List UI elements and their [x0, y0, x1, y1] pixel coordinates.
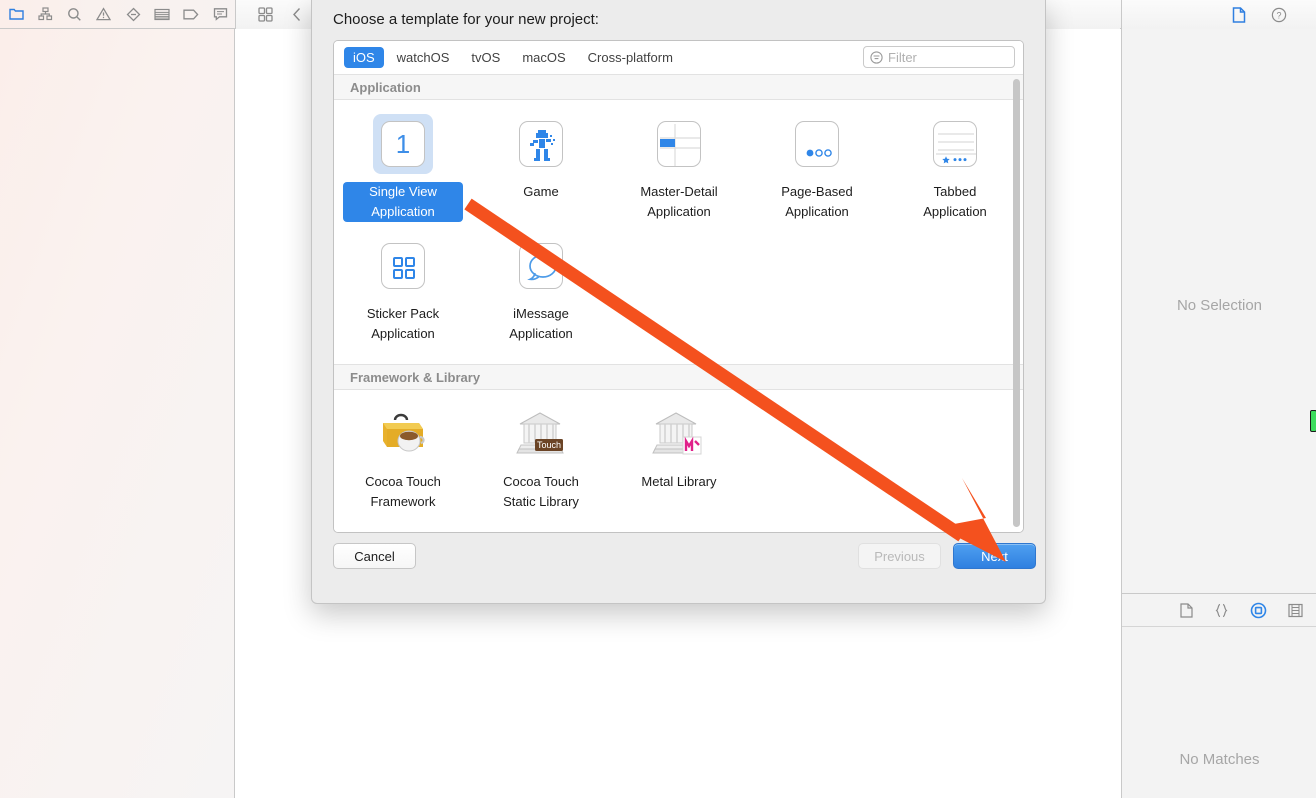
comment-icon[interactable]: [206, 1, 235, 28]
no-matches-label: No Matches: [1179, 751, 1260, 768]
template-label: Sticker Pack Application: [366, 306, 440, 341]
quick-help-icon[interactable]: ?: [1264, 1, 1294, 28]
xcode-window: ? No Selection No Matches Choose a templ…: [0, 0, 1316, 798]
sticker-pack-icon: [373, 236, 433, 296]
navigator-toolbar: [0, 0, 235, 29]
template-label: iMessage Application: [509, 306, 573, 341]
folder-icon[interactable]: [2, 1, 31, 28]
green-indicator: [1310, 410, 1316, 432]
svg-text:?: ?: [1276, 10, 1281, 20]
template-list[interactable]: Application 1 Single View Application Ga…: [334, 74, 1023, 532]
file-inspector-icon[interactable]: [1224, 1, 1254, 28]
previous-button: Previous: [858, 543, 941, 569]
page-based-icon: [787, 114, 847, 174]
template-label: Master-Detail Application: [640, 184, 718, 219]
template-grid-framework: Cocoa Touch Framework Touch Cocoa Touch …: [334, 390, 1023, 532]
template-page-based-application[interactable]: Page-Based Application: [748, 114, 886, 222]
template-cocoa-touch-static-library[interactable]: Touch Cocoa Touch Static Library: [472, 404, 610, 512]
search-icon[interactable]: [60, 1, 89, 28]
next-button[interactable]: Next: [953, 543, 1036, 569]
template-game[interactable]: Game: [472, 114, 610, 222]
tab-macos[interactable]: macOS: [513, 47, 574, 68]
file-inspector-pane: No Selection: [1122, 29, 1316, 594]
warning-triangle-icon[interactable]: [89, 1, 118, 28]
template-label: Metal Library: [641, 474, 717, 489]
template-label: Page-Based Application: [781, 184, 853, 219]
inspector-toolbar: ?: [1121, 0, 1316, 29]
game-robot-icon: [511, 114, 571, 174]
template-label: Single View Application: [343, 182, 463, 222]
template-label: Game: [523, 184, 559, 199]
chevron-left-icon[interactable]: [282, 1, 312, 28]
template-metal-library[interactable]: Metal Library: [610, 404, 748, 512]
new-project-template-sheet: Choose a template for your new project: …: [311, 0, 1046, 604]
tab-tvos[interactable]: tvOS: [462, 47, 509, 68]
group-header-application: Application: [334, 74, 1023, 100]
template-label: Cocoa Touch Static Library: [503, 474, 579, 509]
template-label: Tabbed Application: [923, 184, 987, 219]
library-touch-icon: Touch: [511, 404, 571, 464]
filter-placeholder: Filter: [888, 49, 917, 65]
template-sticker-pack-application[interactable]: Sticker Pack Application: [334, 236, 472, 344]
imessage-bubble-icon: [511, 236, 571, 296]
template-tabbed-application[interactable]: Tabbed Application: [886, 114, 1023, 222]
test-list-icon[interactable]: [148, 1, 177, 28]
master-detail-icon: [649, 114, 709, 174]
template-single-view-application[interactable]: 1 Single View Application: [334, 114, 472, 222]
template-master-detail-application[interactable]: Master-Detail Application: [610, 114, 748, 222]
file-template-icon[interactable]: [1180, 603, 1193, 618]
code-snippet-icon[interactable]: [1214, 603, 1229, 618]
library-selector: [1122, 595, 1316, 627]
tab-ios[interactable]: iOS: [344, 47, 384, 68]
sheet-buttons: Cancel Previous Next: [333, 543, 1036, 573]
media-library-icon[interactable]: [1288, 603, 1303, 618]
tab-watchos[interactable]: watchOS: [388, 47, 459, 68]
template-cocoa-touch-framework[interactable]: Cocoa Touch Framework: [334, 404, 472, 512]
filter-field[interactable]: Filter: [863, 46, 1015, 68]
tabbed-icon: [925, 114, 985, 174]
template-imessage-application[interactable]: iMessage Application: [472, 236, 610, 344]
navigator-panel: [0, 29, 235, 798]
template-list-scrollbar[interactable]: [1013, 77, 1020, 529]
filter-icon: [870, 50, 883, 64]
svg-text:Touch: Touch: [537, 440, 561, 450]
grid-icon[interactable]: [250, 1, 280, 28]
hierarchy-icon[interactable]: [31, 1, 60, 28]
toolbox-coffee-icon: [373, 404, 433, 464]
template-browser: iOS watchOS tvOS macOS Cross-platform Fi…: [333, 40, 1024, 533]
platform-tabs: iOS watchOS tvOS macOS Cross-platform Fi…: [334, 41, 1023, 74]
inspector-panel: No Selection No Matches: [1121, 29, 1316, 798]
group-header-framework-library: Framework & Library: [334, 364, 1023, 390]
template-label: Cocoa Touch Framework: [365, 474, 441, 509]
tab-cross-platform[interactable]: Cross-platform: [579, 47, 682, 68]
single-view-icon: 1: [373, 114, 433, 174]
scrollbar-thumb[interactable]: [1013, 79, 1020, 527]
object-library-icon[interactable]: [1250, 602, 1267, 619]
diamond-minus-icon[interactable]: [119, 1, 148, 28]
tag-icon[interactable]: [177, 1, 206, 28]
template-grid-application: 1 Single View Application Game Master-De…: [334, 100, 1023, 364]
no-selection-label: No Selection: [1176, 297, 1263, 314]
cancel-button[interactable]: Cancel: [333, 543, 416, 569]
sheet-title: Choose a template for your new project:: [333, 11, 599, 28]
library-metal-icon: [649, 404, 709, 464]
